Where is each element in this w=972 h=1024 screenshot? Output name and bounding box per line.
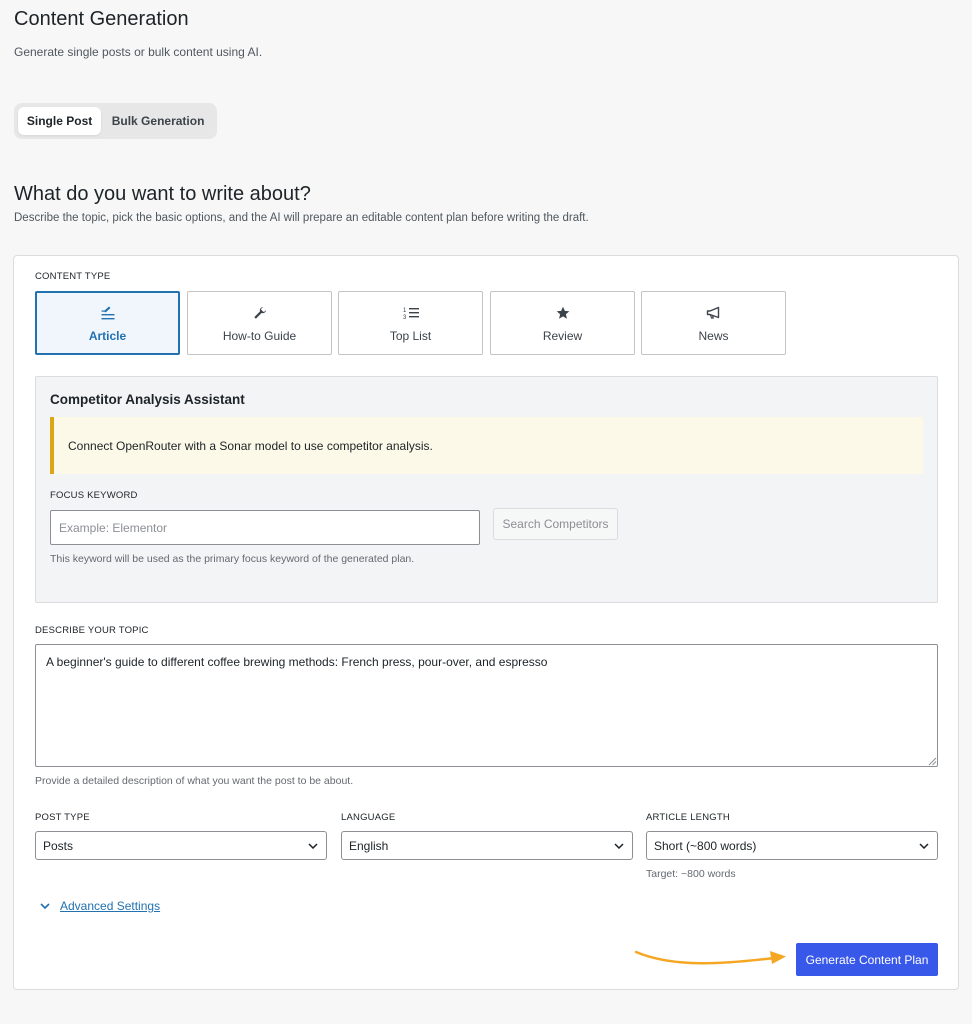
megaphone-icon	[706, 304, 722, 322]
svg-text:1: 1	[403, 308, 407, 314]
advanced-settings-link[interactable]: Advanced Settings	[60, 899, 160, 913]
topic-label: DESCRIBE YOUR TOPIC	[35, 625, 149, 636]
focus-keyword-input[interactable]	[50, 510, 480, 545]
advanced-settings-toggle[interactable]: Advanced Settings	[40, 899, 160, 913]
language-label: LANGUAGE	[341, 812, 396, 823]
article-length-label: ARTICLE LENGTH	[646, 812, 730, 823]
section-description: Describe the topic, pick the basic optio…	[14, 212, 589, 224]
resize-handle-icon[interactable]	[927, 756, 937, 766]
content-type-label-article: Article	[88, 328, 127, 343]
topic-textarea[interactable]: A beginner's guide to different coffee b…	[35, 644, 938, 767]
numbered-list-icon: 1 3	[403, 304, 419, 322]
search-competitors-button[interactable]: Search Competitors	[493, 508, 618, 540]
focus-keyword-label: FOCUS KEYWORD	[50, 490, 138, 501]
tab-single-post[interactable]: Single Post	[18, 107, 102, 135]
article-length-select[interactable]: Short (~800 words)	[646, 831, 938, 860]
topic-help: Provide a detailed description of what y…	[35, 775, 354, 787]
content-type-label-how-to: How-to Guide	[222, 328, 297, 343]
mode-tabs: Single Post Bulk Generation	[14, 103, 217, 139]
star-icon	[556, 304, 570, 322]
competitor-analysis-title: Competitor Analysis Assistant	[50, 392, 245, 407]
page-subtitle: Generate single posts or bulk content us…	[14, 45, 263, 59]
article-length-value: Short (~800 words)	[654, 838, 757, 853]
content-type-label-review: Review	[542, 328, 583, 343]
svg-text:3: 3	[403, 315, 407, 320]
language-select[interactable]: English	[341, 831, 633, 860]
language-value: English	[349, 838, 389, 853]
generate-content-plan-button[interactable]: Generate Content Plan	[796, 943, 938, 976]
content-type-label-news: News	[698, 328, 729, 343]
content-type-article[interactable]: Article	[35, 291, 180, 355]
article-icon	[100, 304, 116, 322]
competitor-analysis-panel: Competitor Analysis Assistant Connect Op…	[35, 376, 938, 603]
focus-keyword-help: This keyword will be used as the primary…	[50, 553, 415, 565]
chevron-down-icon	[308, 842, 318, 849]
openrouter-notice: Connect OpenRouter with a Sonar model to…	[50, 417, 923, 474]
content-type-news[interactable]: News	[641, 291, 786, 355]
chevron-down-icon	[40, 903, 50, 909]
content-type-top-list[interactable]: 1 3 Top List	[338, 291, 483, 355]
post-type-label: POST TYPE	[35, 812, 90, 823]
content-type-how-to[interactable]: How-to Guide	[187, 291, 332, 355]
chevron-down-icon	[614, 842, 624, 849]
post-type-value: Posts	[43, 838, 74, 853]
tab-bulk-generation[interactable]: Bulk Generation	[103, 107, 213, 135]
notice-text: Connect OpenRouter with a Sonar model to…	[68, 438, 433, 453]
chevron-down-icon	[919, 842, 929, 849]
content-form-card: CONTENT TYPE Article How-to Guide 1 3 To…	[13, 255, 959, 990]
content-type-review[interactable]: Review	[490, 291, 635, 355]
section-title: What do you want to write about?	[14, 183, 311, 205]
wrench-icon	[253, 304, 267, 322]
post-type-select[interactable]: Posts	[35, 831, 327, 860]
content-type-label-top-list: Top List	[389, 328, 432, 343]
article-length-help: Target: ~800 words	[646, 868, 736, 880]
page-title: Content Generation	[14, 8, 189, 30]
content-type-label: CONTENT TYPE	[35, 271, 111, 282]
arrow-annotation-icon	[634, 950, 786, 965]
